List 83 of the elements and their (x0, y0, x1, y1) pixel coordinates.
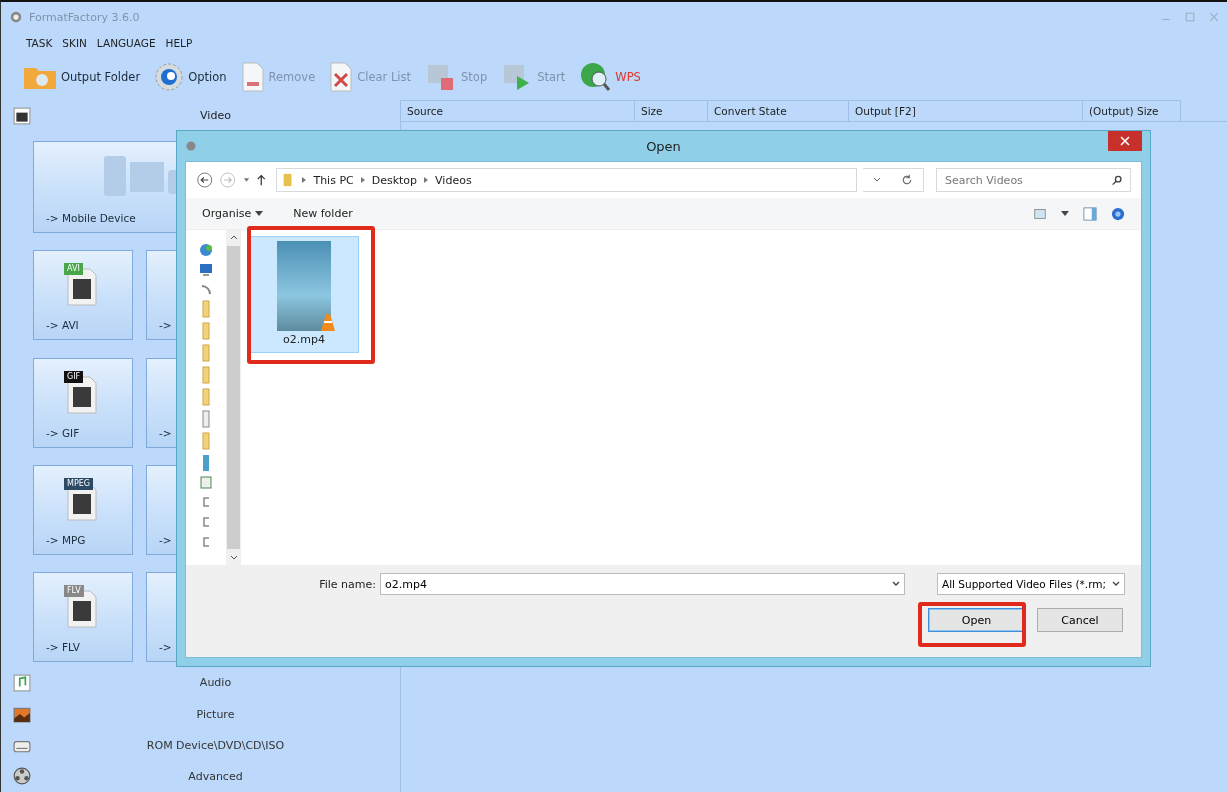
format-badge: GIF (64, 370, 84, 383)
document-x-icon (329, 62, 354, 92)
format-tile[interactable]: MPEG -> MPG (33, 464, 133, 555)
file-item[interactable]: o2.mp4 (249, 236, 359, 353)
image-icon (200, 476, 212, 490)
app-logo-icon (185, 140, 197, 152)
scroll-up-icon[interactable] (229, 234, 238, 240)
file-type-dropdown[interactable]: All Supported Video Files (*.rm; (937, 573, 1125, 595)
dialog-button[interactable]: Cancel (1037, 608, 1123, 632)
toolbar-button[interactable]: Output Folder (23, 64, 147, 90)
menu-item[interactable]: HELP (165, 37, 193, 49)
refresh-icon (900, 174, 913, 186)
app-logo-icon (9, 10, 23, 24)
category-row[interactable]: Video (1, 100, 400, 132)
chevron-icon (423, 176, 430, 184)
folder-icon (201, 322, 211, 340)
traffic-cone-icon (319, 313, 337, 333)
command-button[interactable]: New folder (293, 207, 353, 220)
document-icon (240, 62, 265, 92)
dialog-title: Open (645, 138, 682, 154)
column-header[interactable]: Source (401, 100, 635, 121)
format-badge: AVI (64, 263, 83, 276)
chevron-down-icon (892, 581, 900, 587)
address-bar[interactable]: This PC Desktop Videos (276, 168, 857, 192)
chevron-down-icon (1112, 581, 1120, 587)
category-row[interactable]: ROM Device\DVD\CD\ISO (1, 729, 400, 761)
folder-icon (201, 432, 211, 450)
category-row[interactable]: Picture (1, 698, 400, 730)
search-field[interactable]: Search Videos (936, 168, 1131, 192)
scrollbar[interactable] (226, 230, 241, 565)
format-badge: MPEG (64, 477, 93, 490)
picture-icon (13, 705, 31, 724)
clapperboard-icon (13, 106, 31, 125)
breadcrumb-item[interactable]: This PC (313, 173, 354, 187)
computer-icon (198, 262, 214, 278)
caret-icon (1061, 210, 1069, 217)
format-tile[interactable]: GIF -> GIF (33, 357, 133, 448)
breadcrumb-item[interactable]: Desktop (371, 173, 418, 187)
toolbar-button[interactable]: Option (154, 62, 233, 92)
dialog-button[interactable]: Open (928, 608, 1025, 632)
up-arrow-icon (255, 173, 267, 187)
chevron-down-icon (872, 176, 881, 184)
column-header[interactable]: Output [F2] (849, 100, 1083, 121)
file-icon (201, 410, 211, 428)
menu-item[interactable]: LANGUAGE (96, 37, 156, 49)
close-icon (1209, 12, 1219, 22)
format-tile[interactable]: FLV -> FLV (33, 572, 133, 663)
help-icon (1111, 206, 1125, 221)
breadcrumb-item[interactable]: Videos (435, 173, 472, 187)
music-note-icon (13, 673, 31, 692)
gear-icon (154, 62, 185, 92)
column-header[interactable]: Size (635, 100, 708, 121)
close-button[interactable] (1108, 131, 1142, 151)
format-badge: FLV (64, 585, 84, 598)
folder-icon (201, 366, 211, 384)
film-reel-icon (13, 767, 31, 786)
chevron-icon (301, 176, 308, 184)
window-title: FormatFactory 3.6.0 (29, 10, 140, 24)
scroll-down-icon[interactable] (229, 555, 238, 561)
caret-icon (242, 176, 250, 184)
folder-icon (201, 388, 211, 406)
category-row[interactable]: Audio (1, 667, 400, 699)
close-icon (1120, 136, 1130, 146)
view-icon (1033, 207, 1047, 220)
chevron-icon (359, 176, 366, 184)
folder-icon (201, 300, 211, 318)
globe-icon (579, 61, 612, 93)
file-name-label: File name: (319, 577, 376, 591)
search-icon (1112, 175, 1123, 186)
preview-pane-icon (1083, 206, 1097, 221)
device-icon (201, 454, 211, 472)
back-icon (196, 170, 214, 190)
maximize-icon (1185, 12, 1195, 22)
folder-icon (201, 344, 211, 362)
column-header[interactable]: (Output) Size (1083, 100, 1181, 121)
forward-icon (219, 170, 237, 190)
category-row[interactable]: Advanced (1, 760, 400, 792)
file-name-field[interactable]: o2.mp4 (380, 573, 905, 595)
menu-item[interactable]: SKIN (62, 37, 87, 49)
column-header[interactable]: Convert State (708, 100, 849, 121)
menu-item[interactable]: TASK (26, 37, 53, 49)
format-tile[interactable]: AVI -> AVI (33, 250, 133, 341)
caret-icon (255, 210, 264, 217)
